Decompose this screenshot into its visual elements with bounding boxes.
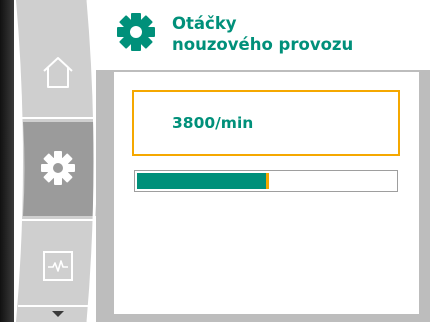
sidebar-item-settings[interactable] bbox=[18, 122, 98, 214]
speed-value-field[interactable]: 3800/min bbox=[132, 90, 400, 156]
home-icon bbox=[43, 57, 73, 88]
gear-icon bbox=[41, 151, 75, 185]
speed-level-bar bbox=[134, 170, 398, 192]
sidebar bbox=[10, 0, 96, 322]
device-screen: Otáčky nouzového provozu 3800/min bbox=[0, 0, 430, 322]
scroll-down-button[interactable] bbox=[18, 306, 98, 322]
chevron-down-icon bbox=[52, 311, 64, 317]
page-title-line2: nouzového provozu bbox=[172, 35, 354, 54]
pulse-icon bbox=[43, 251, 73, 281]
speed-level-marker bbox=[266, 173, 269, 189]
sidebar-item-diagnostics[interactable] bbox=[18, 228, 98, 304]
page-header: Otáčky nouzového provozu bbox=[96, 0, 430, 70]
gear-icon bbox=[117, 13, 155, 51]
page-title-line1: Otáčky bbox=[172, 14, 237, 33]
sidebar-item-home[interactable] bbox=[18, 30, 98, 114]
page-title: Otáčky nouzového provozu bbox=[172, 13, 422, 55]
speed-level-fill bbox=[137, 173, 266, 189]
speed-value-text: 3800/min bbox=[172, 114, 254, 132]
main-content: 3800/min bbox=[114, 72, 419, 314]
